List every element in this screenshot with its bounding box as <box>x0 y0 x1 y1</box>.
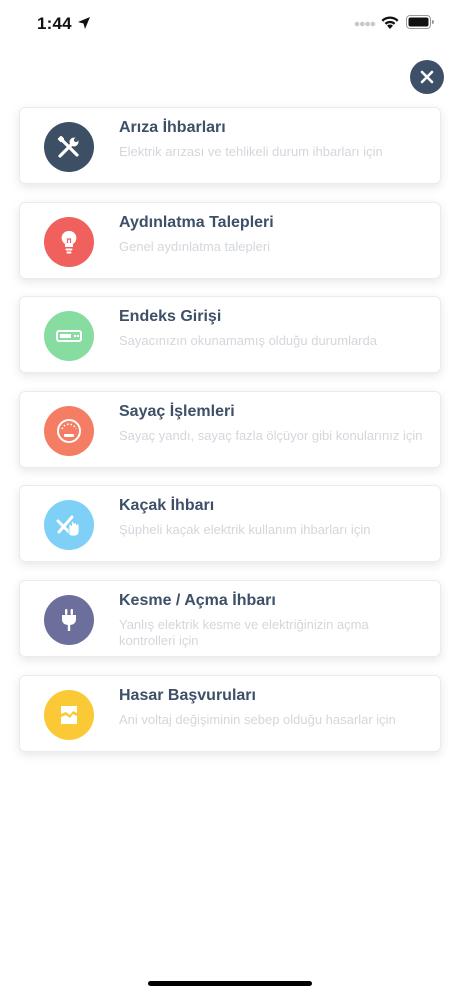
gauge-icon <box>57 418 81 443</box>
card-subtitle: Ani voltaj değişiminin sebep olduğu hasa… <box>119 711 396 727</box>
card-icon-circle <box>44 216 94 267</box>
card-title: Aydınlatma Talepleri <box>119 213 274 231</box>
menu-card-sayac-islemleri[interactable]: Sayaç İşlemleri Sayaç yandı, sayaç fazla… <box>19 390 441 468</box>
damage-icon <box>61 705 77 724</box>
card-subtitle: Sayaç yandı, sayaç fazla ölçüyor gibi ko… <box>119 427 423 443</box>
meter-icon <box>56 330 82 343</box>
lightbulb-icon <box>61 230 77 254</box>
plug-icon <box>62 608 76 631</box>
location-arrow-icon <box>78 17 90 29</box>
service-menu-list: Arıza İhbarları Elektrik arızası ve tehl… <box>19 107 441 769</box>
card-title: Kesme / Açma İhbarı <box>119 591 276 609</box>
menu-card-aydinlatma-talepleri[interactable]: Aydınlatma Talepleri Genel aydınlatma ta… <box>19 201 441 279</box>
card-icon-circle <box>44 122 94 172</box>
signal-icon <box>354 21 376 27</box>
menu-card-kesme-acma-ihbari[interactable]: Kesme / Açma İhbarı Yanlış elektrik kesm… <box>19 579 441 657</box>
menu-card-kacak-ihbari[interactable]: Kaçak İhbarı Şüpheli kaçak elektrik kull… <box>19 485 441 563</box>
card-icon-circle <box>44 500 94 551</box>
card-subtitle: Şüpheli kaçak elektrik kullanım ihbarlar… <box>119 522 371 538</box>
card-icon-circle <box>44 311 94 362</box>
card-title: Endeks Girişi <box>119 308 222 326</box>
wifi-icon <box>381 16 399 29</box>
card-subtitle: Sayacınızın okunamamış olduğu durumlarda <box>119 333 377 349</box>
card-subtitle: Elektrik arızası ve tehlikeli durum ihba… <box>119 144 383 159</box>
battery-icon <box>406 15 434 29</box>
card-icon-circle <box>44 689 94 740</box>
status-time: 1:44 <box>37 14 72 33</box>
close-icon <box>420 70 434 84</box>
card-icon-circle <box>44 594 94 645</box>
card-title: Kaçak İhbarı <box>119 497 215 515</box>
hand-cable-icon <box>56 515 80 537</box>
menu-card-endeks-girisi[interactable]: Endeks Girişi Sayacınızın okunamamış old… <box>19 296 441 374</box>
home-indicator[interactable] <box>148 981 312 986</box>
card-title: Sayaç İşlemleri <box>119 402 235 420</box>
card-title: Hasar Başvuruları <box>119 686 256 704</box>
card-subtitle: Genel aydınlatma talepleri <box>119 238 271 254</box>
card-subtitle: Yanlış elektrik kesme ve elektriğinizin … <box>119 616 369 648</box>
menu-card-ariza-ihbarlari[interactable]: Arıza İhbarları Elektrik arızası ve tehl… <box>19 107 441 184</box>
tools-icon <box>57 135 79 158</box>
close-button[interactable] <box>410 60 444 94</box>
status-bar: 1:44 <box>0 0 460 50</box>
card-icon-circle <box>44 405 94 456</box>
menu-card-hasar-basvurulari[interactable]: Hasar Başvuruları Ani voltaj değişiminin… <box>19 674 441 752</box>
card-title: Arıza İhbarları <box>119 119 226 136</box>
